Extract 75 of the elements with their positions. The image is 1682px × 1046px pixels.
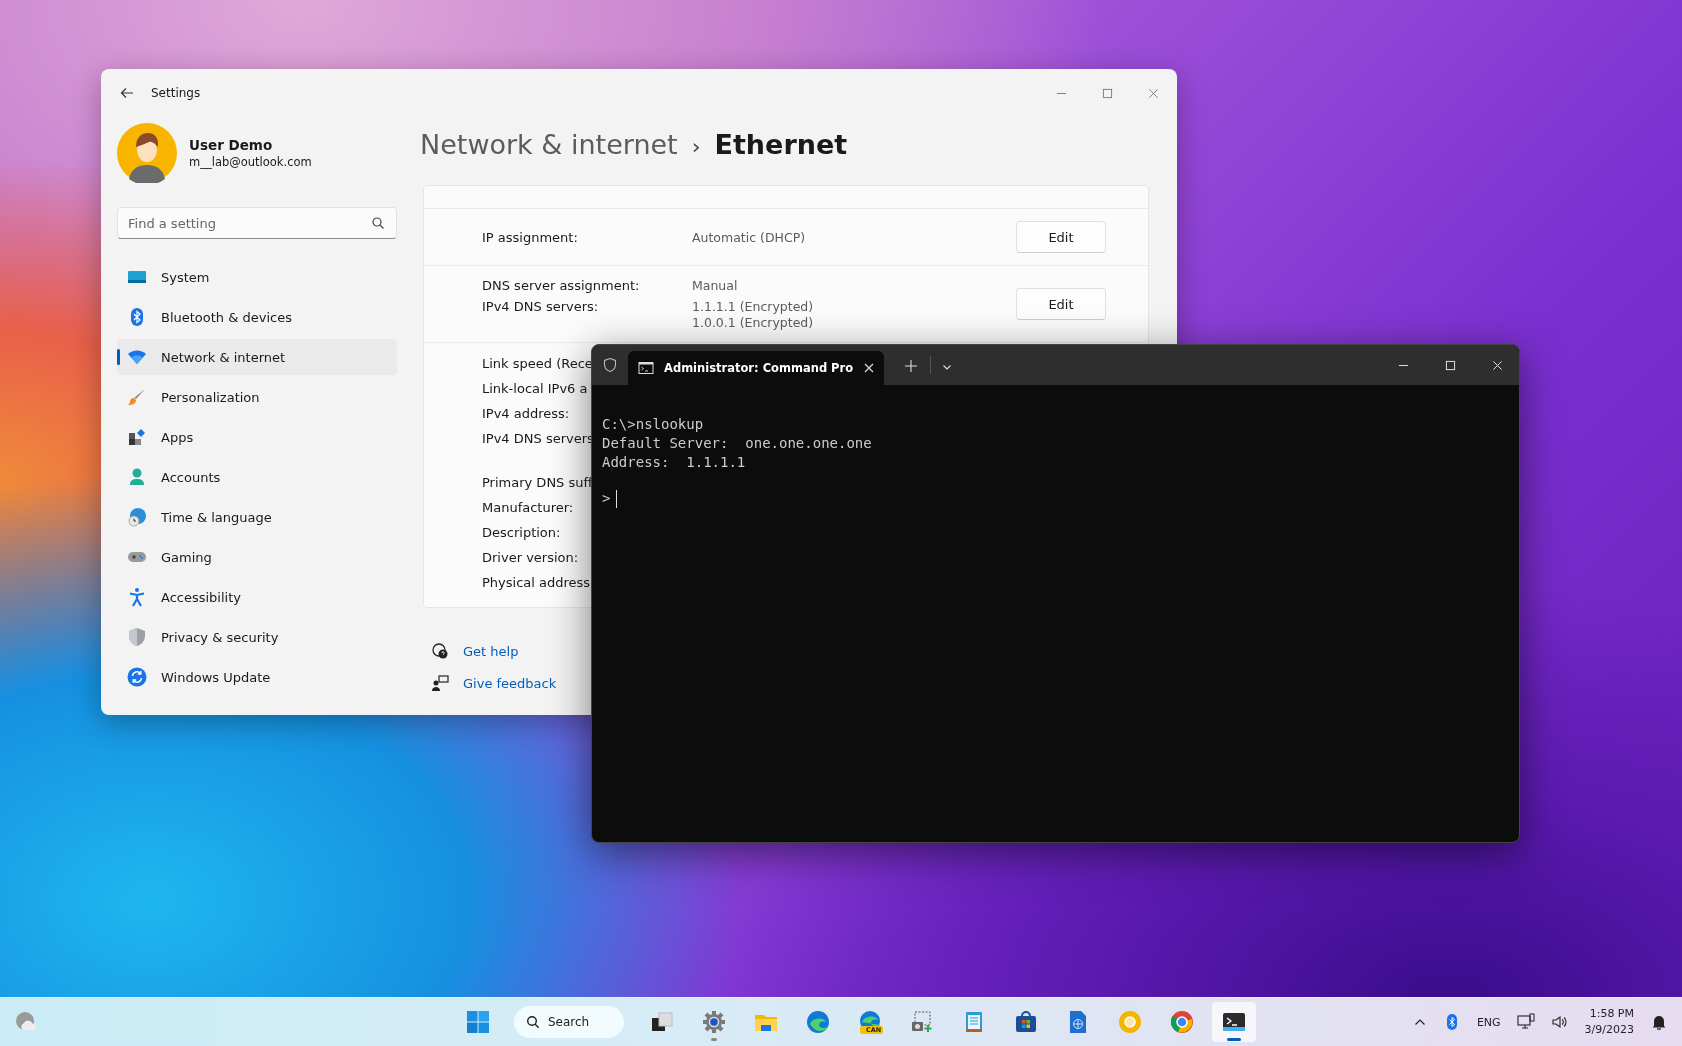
nav-item[interactable]: Bluetooth & devices: [117, 299, 397, 335]
window-stack-icon: [650, 1010, 674, 1034]
network-icon[interactable]: [1516, 1013, 1535, 1031]
feedback-icon: [431, 674, 449, 692]
edit-button[interactable]: Edit: [1016, 288, 1106, 320]
bell-icon[interactable]: [1650, 1013, 1668, 1031]
browser-icon: [806, 1010, 830, 1034]
property-label: IP assignment:: [482, 229, 579, 245]
property-label: IPv4 DNS servers:: [482, 299, 600, 316]
volume-icon[interactable]: [1550, 1013, 1569, 1031]
nav-item[interactable]: Apps: [117, 419, 397, 455]
accessibility-icon: [127, 587, 147, 607]
property-value: 1.1.1.1 (Encrypted): [692, 299, 814, 314]
help-link[interactable]: Give feedback: [463, 675, 557, 691]
clock[interactable]: 1:58 PM 3/9/2023: [1584, 1006, 1634, 1038]
window-title: Settings: [151, 86, 201, 100]
sync-icon: [127, 667, 147, 687]
nav-item[interactable]: Time & language: [117, 499, 397, 535]
store-icon: [1014, 1010, 1038, 1034]
person-icon: [127, 467, 147, 487]
close-icon[interactable]: [863, 362, 876, 374]
help-link[interactable]: Get help: [463, 643, 519, 659]
taskbar-app[interactable]: [1212, 1002, 1256, 1042]
nav-item[interactable]: Network & internet: [117, 339, 397, 375]
edit-button[interactable]: Edit: [1016, 221, 1106, 253]
browser-icon: [1118, 1010, 1142, 1034]
screenshot-icon: [910, 1010, 934, 1034]
console-output-line: Address: 1.1.1.1: [602, 453, 747, 472]
property-label: Driver version:: [482, 549, 579, 567]
nav-item[interactable]: System: [117, 259, 397, 295]
back-arrow-icon[interactable]: [119, 85, 135, 101]
paintbrush-icon: [127, 387, 147, 407]
search-field[interactable]: Find a setting: [117, 207, 397, 239]
nav-item[interactable]: Gaming: [117, 539, 397, 575]
property-value: Automatic (DHCP): [692, 229, 806, 245]
apps-icon: [127, 427, 147, 447]
property-label: Physical address: [482, 574, 591, 592]
nav-item[interactable]: Personalization: [117, 379, 397, 415]
new-tab-icon[interactable]: [904, 359, 918, 373]
property-value: Manual: [692, 278, 738, 293]
search-icon[interactable]: [371, 216, 385, 230]
text-cursor: [616, 489, 618, 508]
console-prompt: >: [602, 489, 611, 508]
shield-icon: [602, 357, 618, 373]
property-label: DNS server assignment:: [482, 278, 641, 293]
nav-item[interactable]: Privacy & security: [117, 619, 397, 655]
breadcrumb-separator: ›: [691, 134, 701, 159]
nav-item[interactable]: Windows Update: [117, 659, 397, 695]
globe-clock-icon: [127, 507, 147, 527]
start-icon[interactable]: [466, 1010, 490, 1034]
console-output-line: Default Server: one.one.one.one: [602, 434, 873, 453]
gear-icon: [702, 1010, 726, 1034]
user-name: User Demo: [189, 137, 274, 153]
property-label: IPv4 address:: [482, 405, 570, 423]
browser-icon: [1170, 1010, 1194, 1034]
property-label: Manufacturer:: [482, 499, 574, 517]
nav-item[interactable]: Accessibility: [117, 579, 397, 615]
avatar-icon[interactable]: [117, 123, 177, 183]
property-value: 1.0.0.1 (Encrypted): [692, 315, 814, 330]
console-icon: [638, 360, 654, 376]
terminal-tab[interactable]: Administrator: Command Pro: [628, 351, 884, 385]
breadcrumb-link[interactable]: Network & internet: [420, 129, 678, 160]
console-output-line: C:\>nslookup: [602, 415, 705, 434]
taskbar-search[interactable]: Search: [514, 1006, 624, 1038]
input-language[interactable]: ENG: [1476, 1015, 1501, 1029]
page-title: Ethernet: [714, 129, 848, 160]
search-icon: [526, 1015, 540, 1029]
terminal-icon: [1222, 1010, 1246, 1034]
help-icon: [431, 642, 449, 660]
property-label: Link speed (Rece: [482, 355, 593, 373]
nav-item[interactable]: Accounts: [117, 459, 397, 495]
shield-icon: [127, 627, 147, 647]
property-label: Link-local IPv6 a: [482, 380, 588, 398]
user-email: m__lab@outlook.com: [189, 155, 312, 169]
property-label: Description:: [482, 524, 561, 542]
